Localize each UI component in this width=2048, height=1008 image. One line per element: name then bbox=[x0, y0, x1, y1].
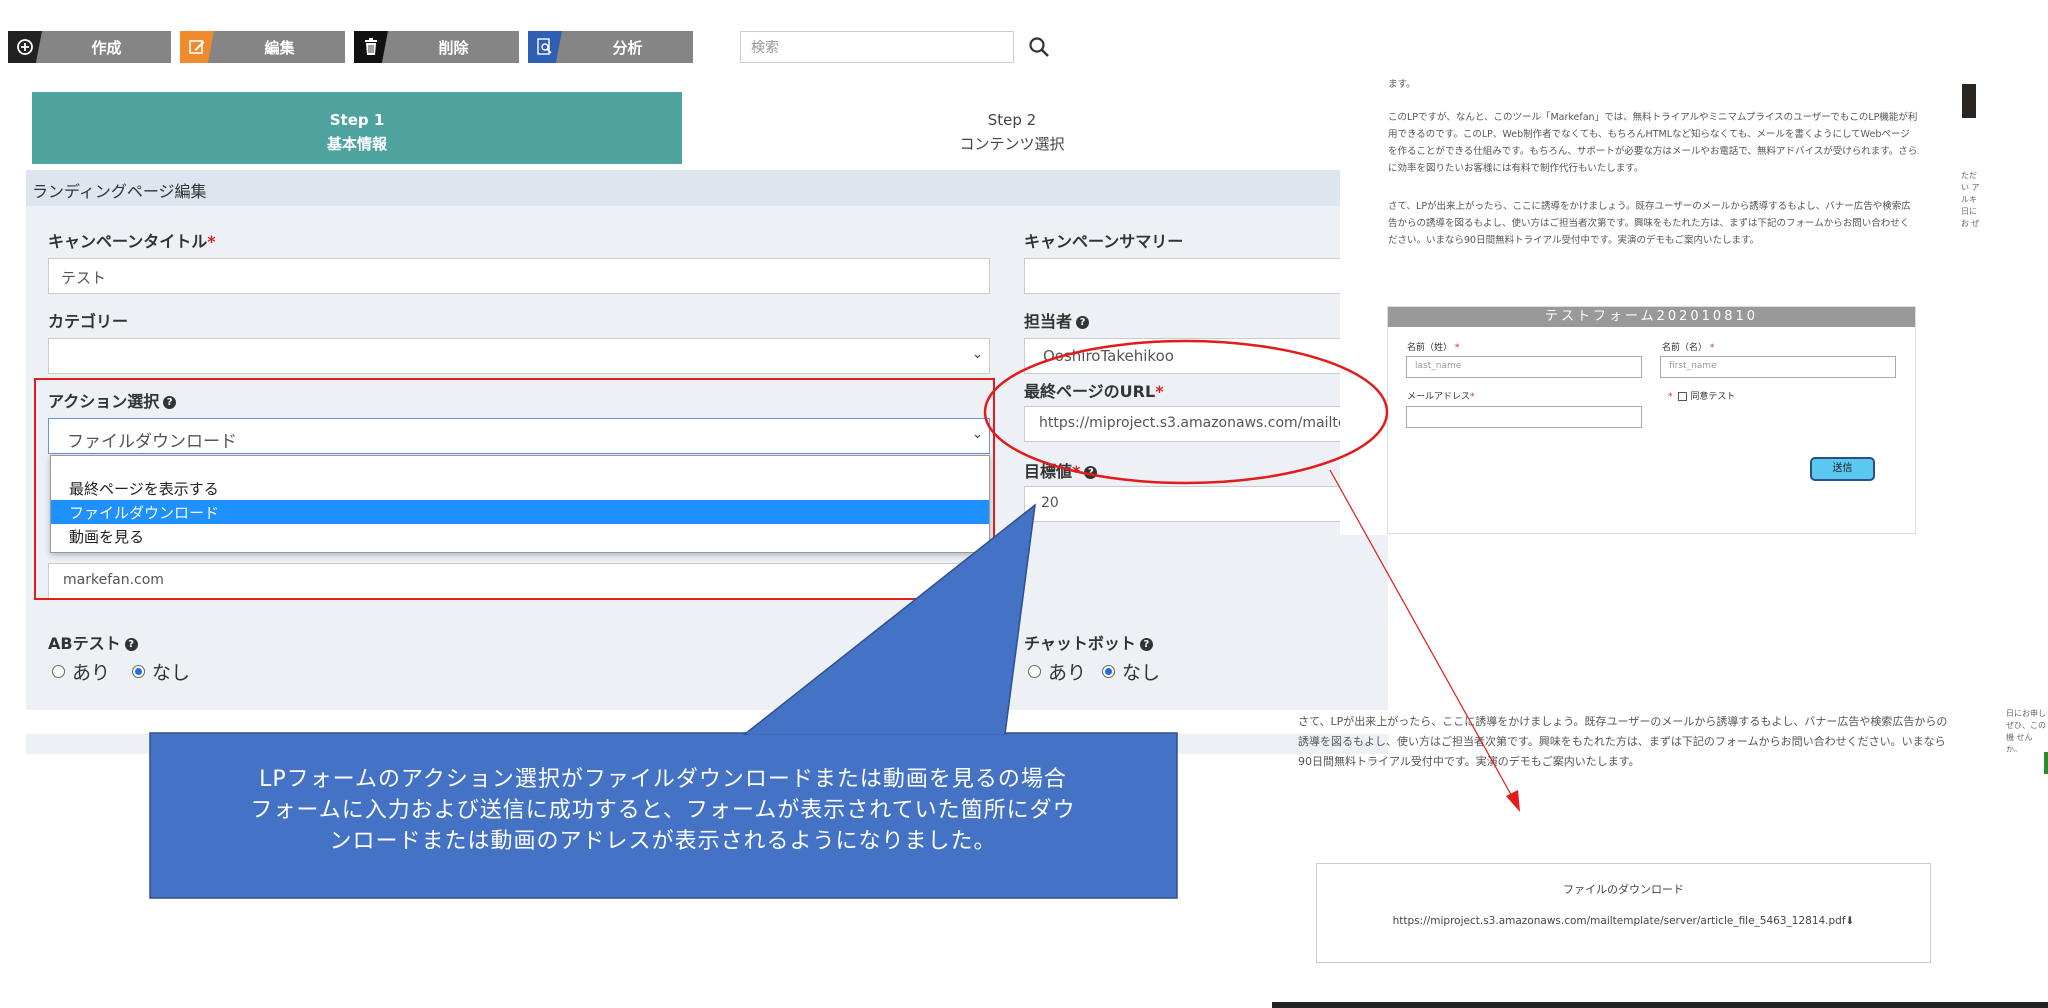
callout-line-2: フォームに入力および送信に成功すると、フォームが表示されていた箇所にダウ bbox=[250, 798, 1076, 823]
callout-text: LPフォームのアクション選択がファイルダウンロードまたは動画を見るの場合 フォー… bbox=[150, 764, 1176, 857]
callout-line-3: ンロードまたは動画のアドレスが表示されるようになりました。 bbox=[329, 829, 997, 854]
callout-line-1: LPフォームのアクション選択がファイルダウンロードまたは動画を見るの場合 bbox=[259, 767, 1067, 792]
pointer-arrow-head bbox=[1506, 790, 1520, 812]
callout-pointer bbox=[742, 503, 1036, 735]
highlight-ellipse bbox=[983, 339, 1389, 485]
pointer-arrow-line bbox=[1329, 469, 1515, 801]
